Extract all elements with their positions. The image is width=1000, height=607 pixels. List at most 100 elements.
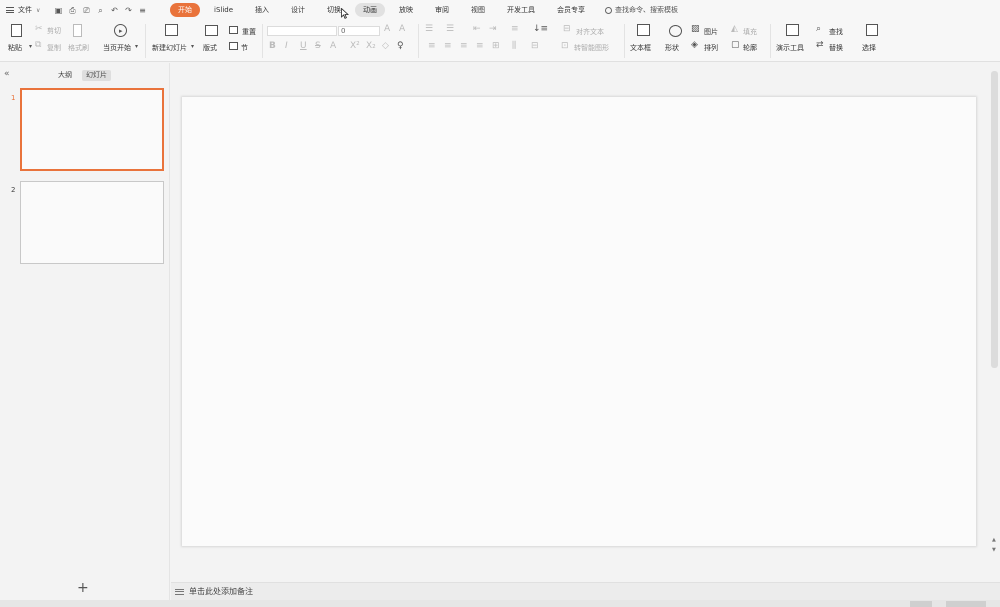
arrange-icon[interactable]: ◈ — [691, 40, 698, 50]
tab-insert[interactable]: 插入 — [247, 3, 277, 17]
outline-icon[interactable]: ▢ — [731, 40, 740, 50]
copy-button[interactable]: 复制 — [47, 43, 61, 53]
chevron-down-icon[interactable]: ▾ — [191, 42, 194, 52]
align-text-button[interactable]: 对齐文本 — [576, 27, 604, 37]
font-color-icon[interactable]: A — [330, 41, 336, 51]
customize-toolbar-icon[interactable]: ≡ — [138, 6, 147, 15]
subscript-icon[interactable]: X₂ — [366, 41, 376, 51]
cut-button[interactable]: 剪切 — [47, 26, 61, 36]
find-icon[interactable]: ⌕ — [816, 24, 821, 34]
section-icon[interactable] — [229, 42, 238, 50]
command-search[interactable]: 查找命令、搜索模板 — [605, 5, 678, 15]
tab-review[interactable]: 审阅 — [427, 3, 457, 17]
character-spacing-icon[interactable]: ♀ — [397, 41, 404, 51]
export-pdf-icon[interactable]: ⎙ — [68, 6, 77, 15]
justify-icon[interactable]: ≡ — [476, 41, 484, 51]
replace-icon[interactable]: ⇄ — [816, 40, 824, 50]
new-slide-icon[interactable] — [165, 24, 178, 36]
align-right-icon[interactable]: ≡ — [460, 41, 468, 51]
align-text-icon[interactable]: ⊟ — [563, 24, 571, 34]
slide-thumbnail[interactable] — [20, 181, 164, 264]
font-size-input[interactable]: 0 — [338, 26, 380, 36]
strikethrough-icon[interactable]: S — [315, 41, 321, 51]
align-center-icon[interactable]: ≡ — [444, 41, 452, 51]
print-icon[interactable]: ⎚ — [82, 6, 91, 15]
file-menu[interactable]: 文件 ∨ — [0, 5, 54, 15]
tab-islide[interactable]: iSlide — [206, 3, 241, 17]
slide-thumbnail[interactable] — [20, 88, 164, 171]
bullet-list-icon[interactable]: ☰ — [425, 24, 433, 34]
tab-home[interactable]: 开始 — [170, 3, 200, 17]
collapse-panel-icon[interactable]: « — [4, 69, 10, 79]
vertical-scrollbar[interactable]: ▲ ▼ — [989, 63, 1000, 582]
line-spacing-icon[interactable]: ≡ — [511, 24, 519, 34]
print-preview-icon[interactable]: ⌕ — [96, 6, 105, 15]
select-button[interactable]: 选择 — [862, 43, 876, 53]
current-slide[interactable] — [182, 97, 976, 546]
previous-slide-icon[interactable]: ▲ — [992, 537, 996, 543]
italic-icon[interactable]: I — [285, 41, 288, 51]
format-painter-icon[interactable] — [73, 24, 82, 37]
notes-bar[interactable]: 单击此处添加备注 — [171, 582, 1000, 600]
smart-shape-icon[interactable]: ⊡ — [561, 41, 569, 51]
tab-slideshow[interactable]: 放映 — [391, 3, 421, 17]
add-slide-icon[interactable]: + — [77, 581, 89, 595]
zoom-slider[interactable] — [946, 601, 986, 607]
tab-outline[interactable]: 大纲 — [54, 70, 76, 81]
reset-icon[interactable] — [229, 26, 238, 34]
redo-icon[interactable]: ↷ — [124, 6, 133, 15]
reset-button[interactable]: 重置 — [242, 27, 256, 37]
save-icon[interactable]: ▣ — [54, 6, 63, 15]
bold-icon[interactable]: B — [269, 41, 276, 51]
picture-icon[interactable]: ▨ — [691, 24, 700, 34]
select-icon[interactable] — [866, 24, 878, 36]
underline-icon[interactable]: U — [300, 41, 307, 51]
columns-icon[interactable]: ⫼ — [512, 41, 516, 51]
arrange-button[interactable]: 排列 — [704, 43, 718, 53]
textbox-icon[interactable] — [637, 24, 650, 36]
clear-format-icon[interactable]: ◇ — [382, 41, 389, 51]
fill-icon[interactable]: ◭ — [731, 24, 738, 34]
outline-button[interactable]: 轮廓 — [743, 43, 757, 53]
tab-view[interactable]: 视图 — [463, 3, 493, 17]
new-slide-button[interactable]: 新建幻灯片 — [152, 43, 187, 53]
text-direction-icon[interactable]: ↓≡ — [533, 24, 548, 34]
fill-button[interactable]: 填充 — [743, 27, 757, 37]
play-from-current-button[interactable]: 当页开始 — [103, 43, 131, 53]
decrease-font-icon[interactable]: A — [399, 24, 405, 34]
tab-member[interactable]: 会员专享 — [549, 3, 593, 17]
format-painter-button[interactable]: 格式刷 — [68, 43, 89, 53]
superscript-icon[interactable]: X² — [350, 41, 360, 51]
picture-button[interactable]: 图片 — [704, 27, 718, 37]
align-left-icon[interactable]: ≡ — [428, 41, 436, 51]
presentation-tools-icon[interactable] — [786, 24, 799, 36]
shapes-button[interactable]: 形状 — [665, 43, 679, 53]
scrollbar-thumb[interactable] — [991, 71, 998, 368]
shapes-icon[interactable] — [669, 25, 682, 37]
chevron-down-icon[interactable]: ▾ — [29, 42, 32, 52]
paragraph-icon[interactable]: ⊟ — [531, 41, 539, 51]
replace-button[interactable]: 替换 — [829, 43, 843, 53]
paste-icon[interactable] — [11, 24, 22, 37]
increase-font-icon[interactable]: A — [384, 24, 390, 34]
undo-icon[interactable]: ↶ — [110, 6, 119, 15]
tab-design[interactable]: 设计 — [283, 3, 313, 17]
textbox-button[interactable]: 文本框 — [630, 43, 651, 53]
numbered-list-icon[interactable]: ☰ — [446, 24, 454, 34]
increase-indent-icon[interactable]: ⇥ — [489, 24, 497, 34]
tab-animation[interactable]: 动画 — [355, 3, 386, 17]
font-name-input[interactable] — [267, 26, 337, 36]
copy-icon[interactable]: ⧉ — [35, 40, 41, 50]
paste-button[interactable]: 粘贴 — [8, 43, 22, 53]
tab-slides[interactable]: 幻灯片 — [82, 70, 111, 81]
tab-developer[interactable]: 开发工具 — [499, 3, 543, 17]
find-button[interactable]: 查找 — [829, 27, 843, 37]
scissors-icon[interactable]: ✂ — [35, 24, 43, 34]
view-toggle[interactable] — [910, 601, 932, 607]
next-slide-icon[interactable]: ▼ — [992, 547, 996, 553]
layout-icon[interactable] — [205, 25, 218, 36]
section-button[interactable]: 节 — [241, 43, 248, 53]
chevron-down-icon[interactable]: ▾ — [135, 42, 138, 52]
presentation-tools-button[interactable]: 演示工具 — [776, 43, 804, 53]
convert-smart-shape-button[interactable]: 转智能图形 — [574, 43, 609, 53]
